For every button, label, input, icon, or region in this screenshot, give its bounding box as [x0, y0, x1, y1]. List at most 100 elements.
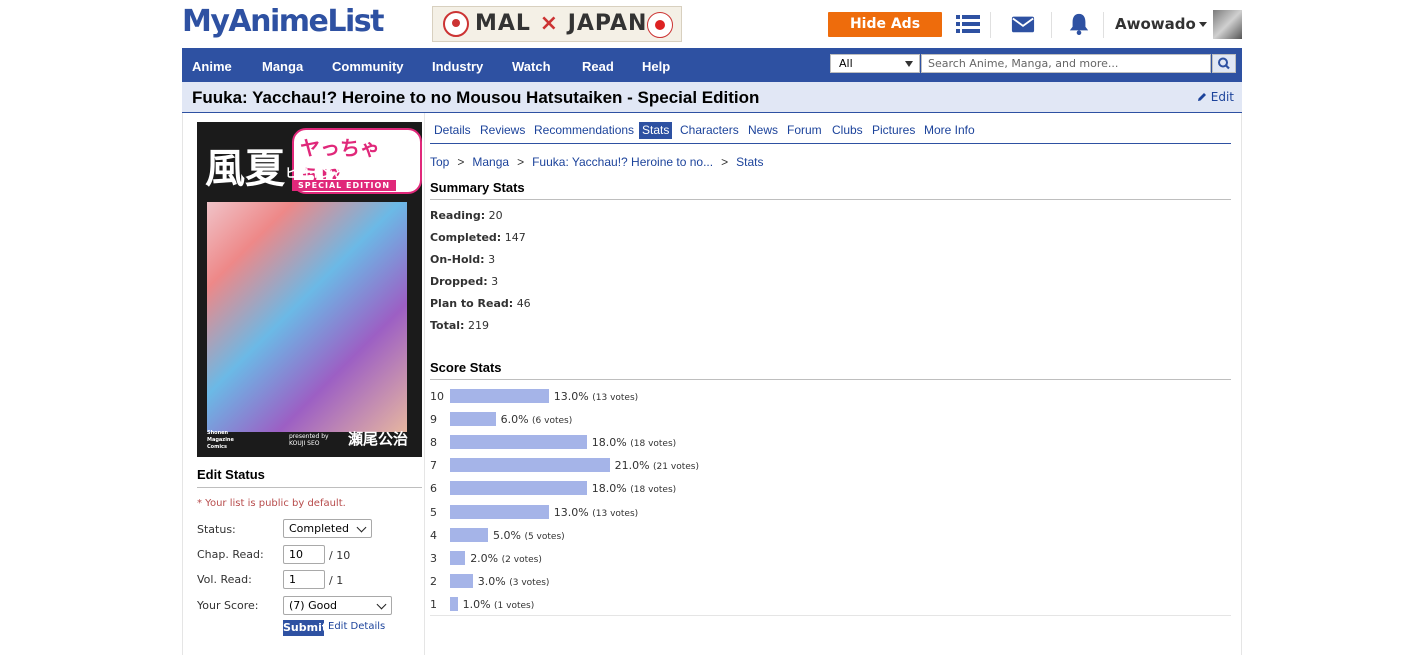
score-bar: [450, 389, 549, 403]
tab-recommendations[interactable]: Recommendations: [534, 122, 634, 139]
user-menu[interactable]: Awowado: [1115, 15, 1207, 33]
summary-row: Total: 219: [430, 319, 489, 332]
tab-more-info[interactable]: More Info: [924, 122, 975, 139]
score-value: 9: [430, 413, 437, 427]
score-percent: 6.0% (6 votes): [501, 413, 573, 426]
score-value: 8: [430, 436, 437, 450]
bell-icon[interactable]: [1067, 13, 1091, 35]
tab-stats[interactable]: Stats: [639, 122, 673, 139]
site-logo[interactable]: MyAnimeList: [182, 4, 384, 39]
score-votes: (6 votes): [532, 416, 573, 427]
header-divider: [990, 12, 991, 38]
summary-row-value: 46: [516, 297, 531, 310]
score-select[interactable]: (7) Good: [283, 596, 392, 615]
status-select[interactable]: Completed: [283, 519, 372, 538]
search-icon: [1218, 57, 1230, 70]
tab-forum[interactable]: Forum: [787, 122, 822, 139]
score-percent-label: 18.0%: [591, 482, 627, 496]
score-bar: [450, 435, 587, 450]
cover-author: 瀬尾公治: [347, 430, 408, 448]
score-votes: (3 votes): [509, 577, 550, 588]
divider: [430, 379, 1231, 380]
nav-industry[interactable]: Industry: [432, 48, 483, 85]
nav-watch[interactable]: Watch: [512, 48, 551, 85]
list-icon[interactable]: [956, 13, 980, 35]
mal-japan-banner[interactable]: MAL × JAPAN: [432, 6, 682, 42]
score-percent: 5.0% (5 votes): [493, 529, 565, 542]
score-percent: 13.0% (13 votes): [554, 390, 638, 403]
page-title: Fuuka: Yacchau!? Heroine to no Mousou Ha…: [192, 88, 760, 107]
tab-characters[interactable]: Characters: [680, 122, 739, 139]
cover-subtitle: ヒロインとの妄想初体験: [285, 166, 417, 180]
vol-read-label: Vol. Read:: [197, 573, 252, 586]
breadcrumb-manga[interactable]: Manga: [472, 155, 509, 169]
tab-details[interactable]: Details: [434, 122, 471, 139]
tab-bar: Details Reviews Recommendations Stats Ch…: [430, 122, 1231, 144]
tab-pictures[interactable]: Pictures: [872, 122, 915, 139]
divider: [197, 487, 422, 488]
score-votes: (13 votes): [592, 508, 639, 519]
cover-image[interactable]: 風夏 ヤっちゃう!? ヒロインとの妄想初体験 SPECIAL EDITION S…: [197, 122, 422, 457]
chap-total: / 10: [329, 549, 351, 562]
avatar[interactable]: [1213, 10, 1242, 39]
summary-row-value: 3: [488, 253, 496, 266]
score-value: 2: [430, 574, 437, 588]
hide-ads-button[interactable]: Hide Ads: [828, 12, 942, 37]
score-bar: [450, 573, 473, 588]
score-percent-label: 6.0%: [500, 413, 529, 427]
score-percent-label: 21.0%: [614, 459, 650, 473]
nav-help[interactable]: Help: [642, 48, 670, 85]
score-row: 3 2.0% (2 votes): [430, 550, 1030, 566]
score-percent: 13.0% (13 votes): [554, 506, 638, 519]
summary-row-label: Total:: [430, 319, 465, 332]
header-divider: [1051, 12, 1052, 38]
breadcrumb: Top > Manga > Fuuka: Yacchau!? Heroine to no…: [430, 155, 764, 169]
score-row: 6 18.0% (18 votes): [430, 480, 1030, 496]
score-bar: [450, 550, 466, 565]
breadcrumb-title[interactable]: Fuuka: Yacchau!? Heroine to no...: [532, 155, 713, 169]
nav-read[interactable]: Read: [582, 48, 614, 85]
title-bar: Fuuka: Yacchau!? Heroine to no Mousou Ha…: [182, 82, 1242, 113]
score-percent-label: 3.0%: [477, 574, 506, 588]
border: [1241, 113, 1242, 655]
score-percent: 18.0% (18 votes): [592, 436, 676, 449]
mail-icon[interactable]: [1011, 13, 1035, 35]
search-scope-select[interactable]: All: [830, 54, 920, 73]
breadcrumb-stats[interactable]: Stats: [736, 155, 763, 169]
edit-details-link[interactable]: Edit Details: [328, 621, 385, 632]
breadcrumb-top[interactable]: Top: [430, 155, 449, 169]
score-bar: [450, 596, 458, 611]
chap-read-input[interactable]: 10: [283, 545, 325, 564]
page: MyAnimeList MAL × JAPAN Hide Ads Awowado: [182, 0, 1242, 655]
summary-row: Reading: 20: [430, 209, 503, 222]
summary-row-label: On-Hold:: [430, 253, 485, 266]
submit-button[interactable]: Submit: [283, 620, 327, 636]
score-percent-label: 13.0%: [553, 390, 589, 403]
left-column: 風夏 ヤっちゃう!? ヒロインとの妄想初体験 SPECIAL EDITION S…: [182, 113, 425, 655]
search-button[interactable]: [1212, 54, 1236, 73]
score-votes: (18 votes): [630, 439, 677, 450]
tab-reviews[interactable]: Reviews: [480, 122, 525, 139]
tab-news[interactable]: News: [748, 122, 778, 139]
cover-art: [207, 202, 407, 432]
score-row: 8 18.0% (18 votes): [430, 434, 1030, 450]
score-percent-label: 13.0%: [553, 505, 589, 519]
vol-read-input[interactable]: 1: [283, 570, 325, 589]
summary-row-label: Completed:: [430, 231, 502, 244]
tab-clubs[interactable]: Clubs: [832, 122, 863, 139]
score-row: 5 13.0% (13 votes): [430, 504, 1030, 520]
nav-manga[interactable]: Manga: [262, 48, 303, 85]
search-input[interactable]: Search Anime, Manga, and more...: [921, 54, 1211, 73]
nav-anime[interactable]: Anime: [192, 48, 232, 85]
score-stats-heading: Score Stats: [430, 360, 502, 375]
vol-total: / 1: [329, 574, 344, 587]
divider: [430, 199, 1231, 200]
cover-edition: SPECIAL EDITION: [292, 180, 397, 191]
chap-read-label: Chap. Read:: [197, 548, 264, 561]
pencil-icon: [1197, 93, 1206, 101]
score-percent: 21.0% (21 votes): [615, 459, 699, 472]
edit-link[interactable]: Edit: [1197, 90, 1234, 104]
nav-community[interactable]: Community: [332, 48, 404, 85]
chevron-down-icon: [376, 599, 387, 610]
score-votes: (21 votes): [653, 462, 699, 473]
